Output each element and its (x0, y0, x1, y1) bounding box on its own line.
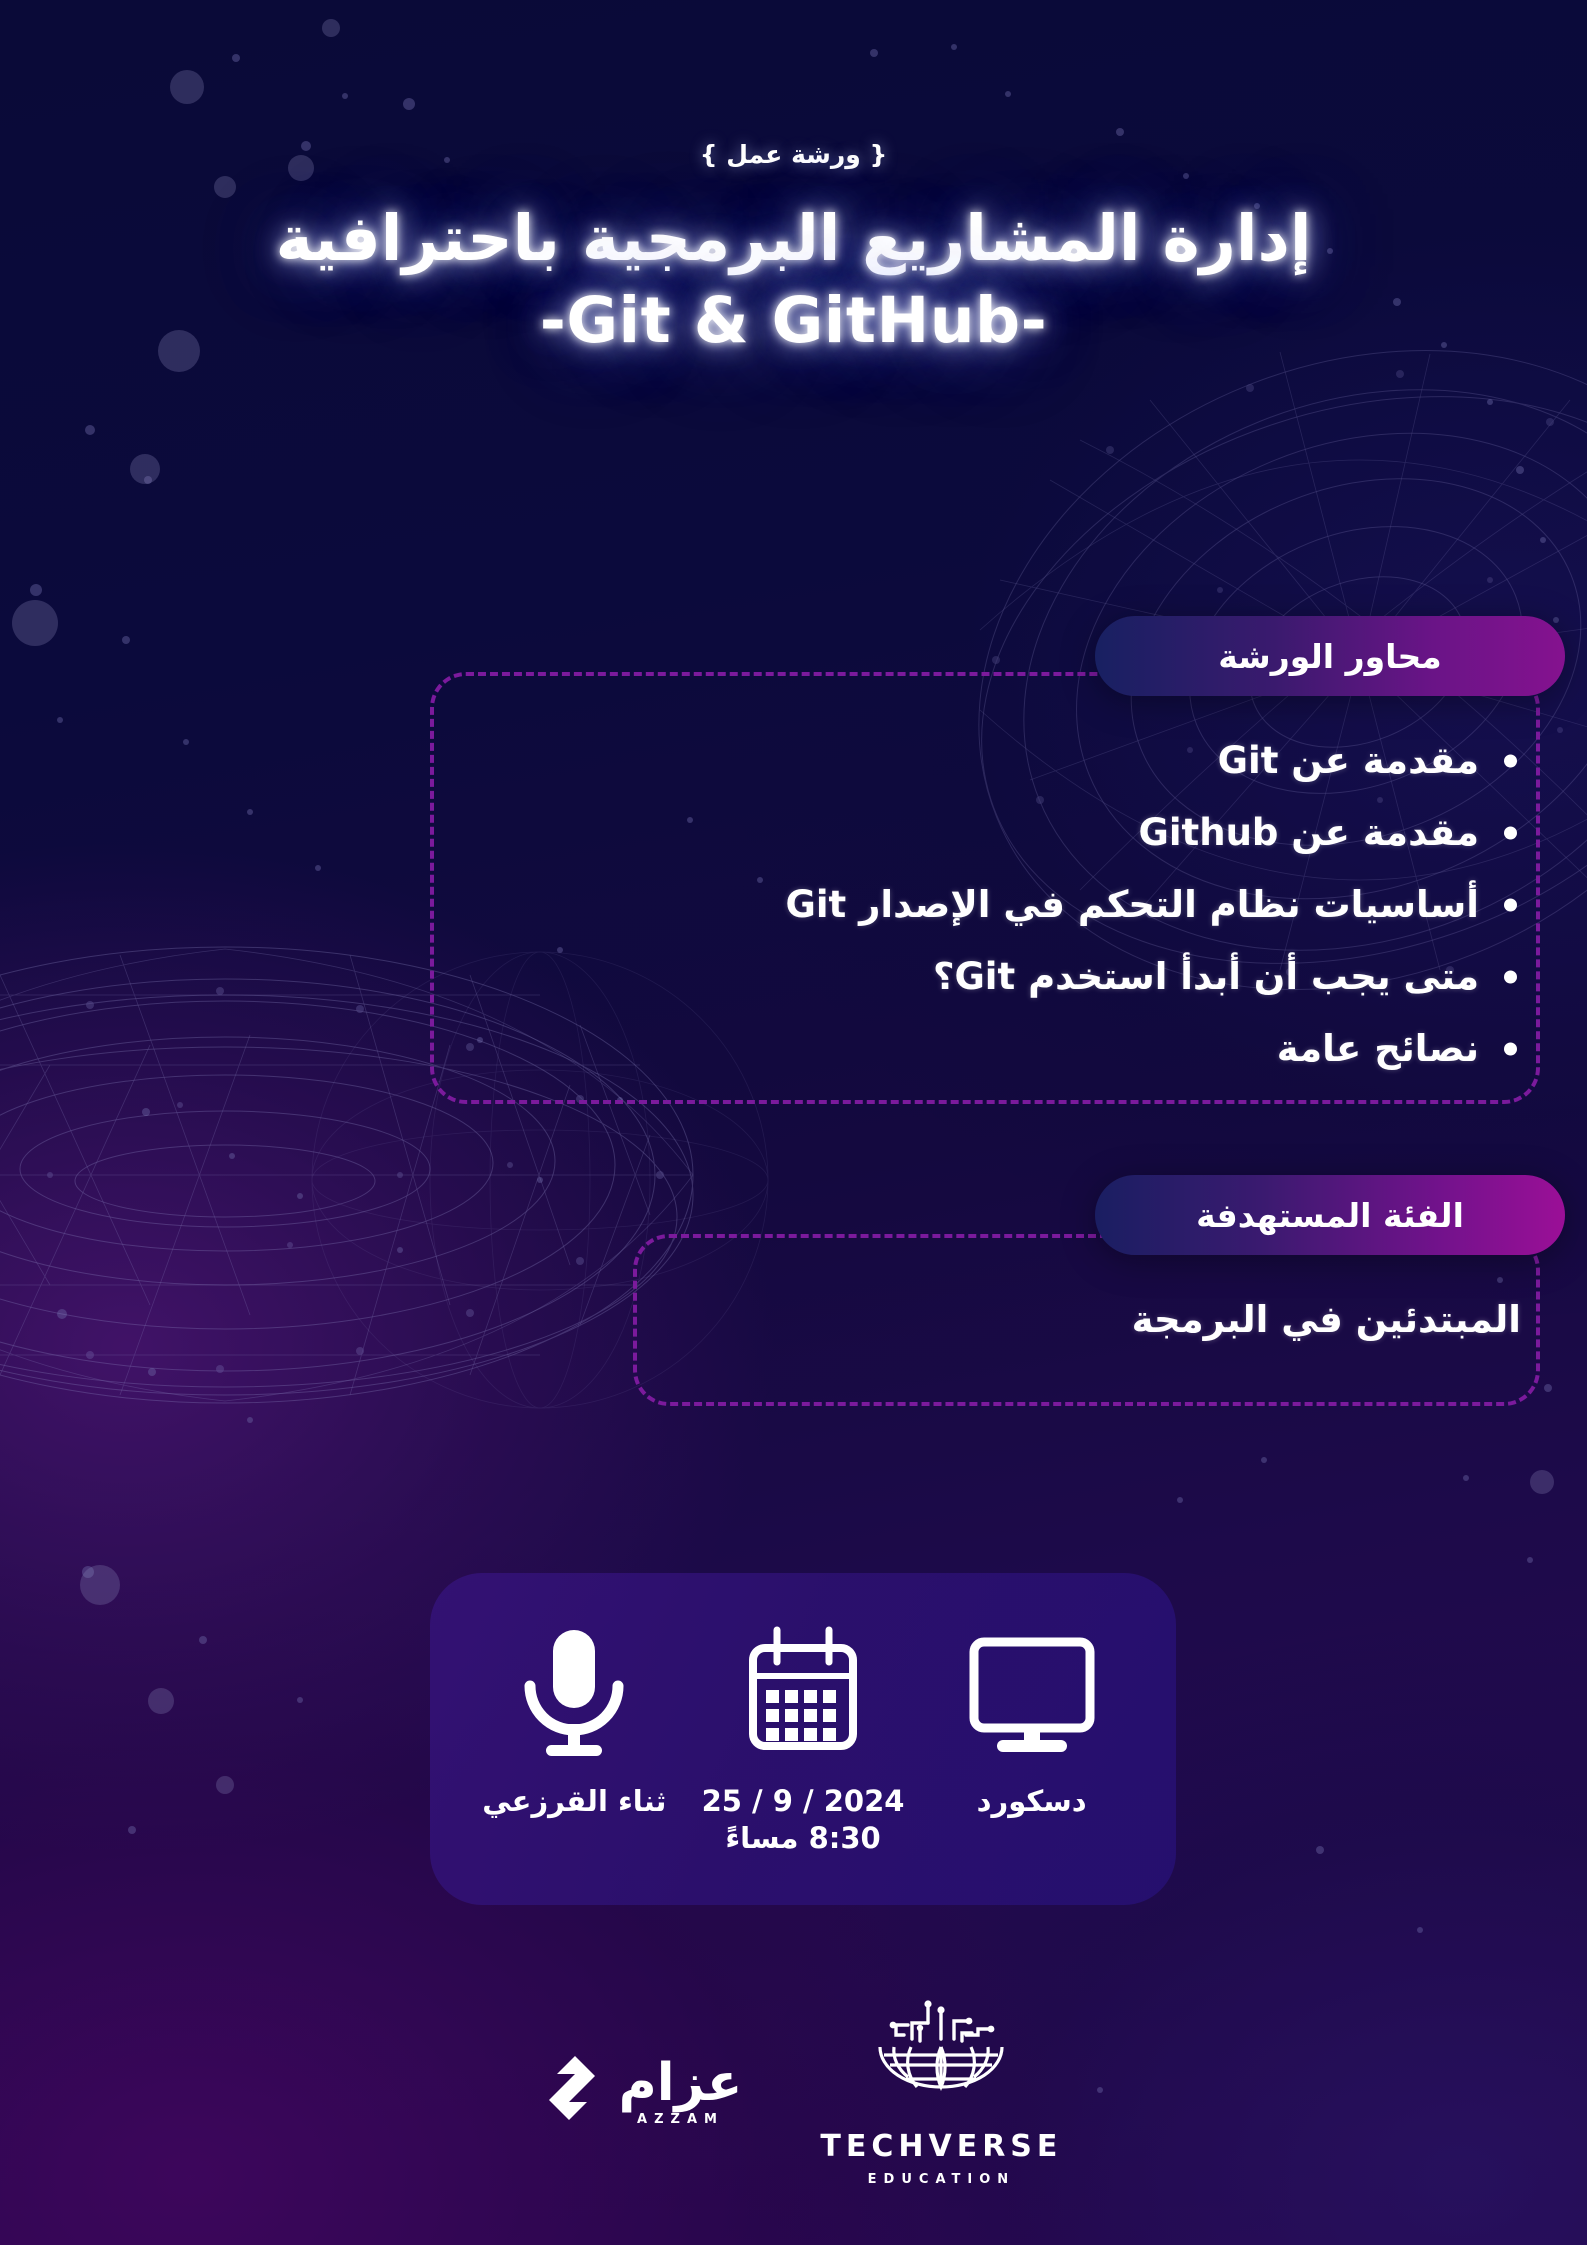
event-time: 8:30 مساءً (725, 1821, 881, 1856)
audience-value: المبتدئين في البرمجة (1131, 1298, 1521, 1341)
audience-badge: الفئة المستهدفة (1095, 1175, 1565, 1255)
azzam-latin-name: AZZAM (637, 2111, 724, 2127)
audience-badge-label: الفئة المستهدفة (1196, 1195, 1464, 1235)
workshop-kicker: { ورشة عمل } (699, 140, 888, 169)
event-date: 2024 / 9 / 25 (701, 1784, 905, 1818)
list-item: متى يجب أن أبدأ استخدم Git؟ (430, 958, 1525, 995)
topics-badge: محاور الورشة (1095, 616, 1565, 696)
techverse-tagline: EDUCATION (867, 2172, 1016, 2187)
azzam-mark-icon (548, 2056, 595, 2120)
topics-badge-label: محاور الورشة (1218, 636, 1442, 676)
list-item: أساسيات نظام التحكم في الإصدار Git (430, 886, 1525, 923)
info-item-platform: دسكورد (927, 1617, 1137, 1821)
logo-techverse: TECHVERSE EDUCATION (820, 1995, 1062, 2187)
monitor-icon (964, 1617, 1100, 1767)
info-item-speaker: ثناء القرزعي (469, 1617, 679, 1821)
topics-list: مقدمة عن Git مقدمة عن Github أساسيات نظا… (430, 742, 1525, 1102)
logo-azzam: عزام AZZAM (525, 2052, 743, 2130)
page-subtitle: -Git & GitHub- (539, 283, 1048, 357)
azzam-wordmark: عزام AZZAM (619, 2057, 743, 2126)
list-item: نصائح عامة (430, 1030, 1525, 1067)
platform-name: دسكورد (976, 1784, 1087, 1818)
techverse-name: TECHVERSE (820, 2129, 1063, 2164)
techverse-globe-icon (878, 2000, 1005, 2092)
calendar-icon (739, 1617, 867, 1767)
microphone-icon (514, 1617, 634, 1767)
page-title: إدارة المشاريع البرمجية باحترافية (275, 202, 1312, 275)
list-item: مقدمة عن Git (430, 742, 1525, 779)
poster-root: { ورشة عمل } إدارة المشاريع البرمجية باح… (0, 0, 1587, 2245)
event-info-panel: ثناء القرزعي 2024 / 9 / 25 8:30 مساءً دس… (430, 1573, 1176, 1905)
footer-logos: عزام AZZAM TECHVERSE EDUCATION (0, 1995, 1587, 2187)
list-item: مقدمة عن Github (430, 814, 1525, 851)
poster-header: { ورشة عمل } إدارة المشاريع البرمجية باح… (0, 140, 1587, 357)
info-item-date: 2024 / 9 / 25 8:30 مساءً (698, 1617, 908, 1855)
speaker-name: ثناء القرزعي (482, 1784, 667, 1818)
azzam-arabic-name: عزام (618, 2052, 743, 2113)
